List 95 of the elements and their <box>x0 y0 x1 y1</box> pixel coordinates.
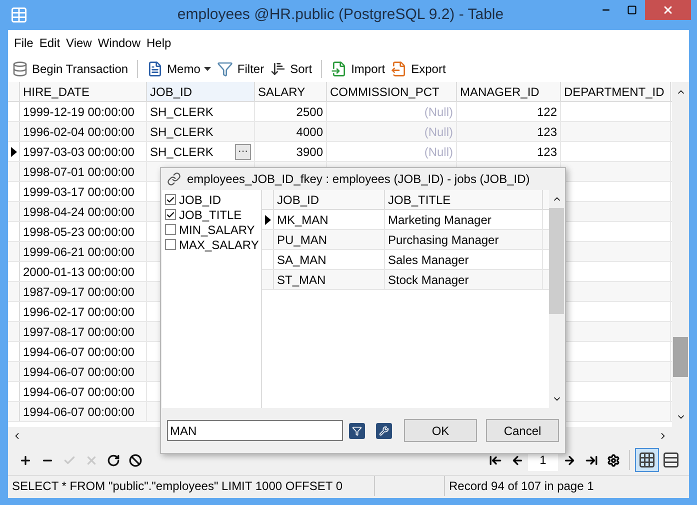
window-title: employees @HR.public (PostgreSQL 9.2) - Table <box>176 4 505 25</box>
grid-view-button[interactable] <box>635 448 659 472</box>
export-icon <box>391 61 408 77</box>
maximize-icon <box>627 5 637 15</box>
table-cell[interactable]: 1999-12-19 00:00:00 <box>23 102 134 120</box>
toolbar-button[interactable]: Import <box>329 58 388 80</box>
table-cell[interactable]: Sales Manager <box>385 250 543 269</box>
table-cell[interactable]: MK_MAN <box>274 210 385 229</box>
table-cell[interactable]: 1994-06-07 00:00:00 <box>23 342 134 360</box>
scroll-thumb[interactable] <box>549 208 564 314</box>
menu-item[interactable]: View <box>63 34 95 52</box>
column-header[interactable]: SALARY <box>255 82 327 101</box>
table-cell[interactable]: 1996-02-17 00:00:00 <box>23 302 134 320</box>
column-header[interactable]: JOB_ID <box>147 82 255 101</box>
plus-icon <box>18 454 32 466</box>
column-header[interactable]: JOB_TITLE <box>385 190 543 209</box>
table-cell[interactable]: Purchasing Manager <box>385 230 543 249</box>
table-cell[interactable]: Marketing Manager <box>385 210 543 229</box>
grid-view-icon <box>638 451 656 469</box>
table-cell[interactable]: 123 <box>536 122 557 140</box>
wrench-icon <box>379 426 389 436</box>
column-header[interactable]: DEPARTMENT_ID <box>561 82 671 101</box>
filter-icon <box>352 426 362 436</box>
table-cell[interactable]: 123 <box>536 142 557 160</box>
toolbar-button[interactable]: Filter <box>215 58 266 80</box>
table-cell[interactable]: 1994-06-07 00:00:00 <box>23 382 134 400</box>
import-icon <box>331 61 348 77</box>
form-view-icon <box>662 451 680 469</box>
first-page-icon <box>488 454 502 466</box>
table-cell[interactable]: 1997-08-17 00:00:00 <box>23 322 134 340</box>
document-icon <box>147 61 164 77</box>
field-checkbox[interactable]: JOB_TITLE <box>165 207 261 222</box>
table-cell[interactable]: 2000-01-13 00:00:00 <box>23 262 134 280</box>
toolbar-button[interactable]: Begin Transaction <box>10 58 130 80</box>
menu-item[interactable]: Edit <box>36 34 64 52</box>
wrench-button[interactable] <box>376 422 392 438</box>
table-cell[interactable]: 1999-06-21 00:00:00 <box>23 242 134 260</box>
filter-icon <box>217 61 234 77</box>
table-cell[interactable]: SH_CLERK <box>150 122 214 140</box>
database-icon <box>12 61 28 77</box>
sort-icon <box>270 61 286 77</box>
search-field[interactable]: MAN <box>167 420 343 441</box>
table-cell[interactable]: ST_MAN <box>274 270 385 289</box>
popup-title: employees_JOB_ID_fkey : employees (JOB_ID) - jobs (JOB_ID) <box>187 171 530 188</box>
settings-icon <box>606 454 620 466</box>
table-cell[interactable]: 3900 <box>296 142 323 160</box>
stop-icon <box>128 454 142 466</box>
menu-item[interactable]: Help <box>144 34 174 52</box>
dropdown-caret-icon[interactable] <box>204 67 212 71</box>
field-checkbox[interactable]: MAX_SALARY <box>165 237 261 252</box>
menu-item[interactable]: Window <box>94 34 144 52</box>
table-cell[interactable]: 1994-06-07 00:00:00 <box>23 402 134 420</box>
ok-button[interactable]: OK <box>404 419 477 442</box>
cancel-button[interactable]: Cancel <box>486 419 559 442</box>
close-icon <box>662 4 674 16</box>
scrollbar[interactable] <box>672 82 689 427</box>
record-status-text: Record 94 of 107 in page 1 <box>449 478 594 495</box>
table-cell[interactable]: 4000 <box>296 122 323 140</box>
table-cell[interactable]: 1996-02-04 00:00:00 <box>23 122 134 140</box>
table-cell[interactable]: Stock Manager <box>385 270 543 289</box>
menu-item[interactable]: File <box>11 34 36 52</box>
table-cell[interactable]: 1994-06-07 00:00:00 <box>23 362 134 380</box>
table-cell[interactable]: PU_MAN <box>274 230 385 249</box>
field-checkbox[interactable]: MIN_SALARY <box>165 222 261 237</box>
table-cell[interactable]: 1998-05-23 00:00:00 <box>23 222 134 240</box>
left-arrow-icon <box>510 454 524 466</box>
right-arrow-icon <box>562 454 576 466</box>
table-cell[interactable]: 1997-03-03 00:00:00 <box>23 142 134 160</box>
table-cell[interactable]: 1998-07-01 00:00:00 <box>23 162 134 180</box>
link-icon <box>167 172 181 186</box>
refresh-icon <box>106 454 120 466</box>
last-page-icon <box>584 454 598 466</box>
table-cell[interactable]: SH_CLERK <box>150 102 214 120</box>
table-icon <box>10 6 28 24</box>
table-cell[interactable]: 1999-03-17 00:00:00 <box>23 182 134 200</box>
close-button[interactable] <box>645 0 691 20</box>
scroll-thumb[interactable] <box>673 337 688 377</box>
toolbar-button[interactable]: Memo <box>145 58 202 80</box>
cross-icon <box>84 454 98 466</box>
toolbar-button[interactable]: Export <box>389 58 448 80</box>
table-cell[interactable]: 122 <box>536 102 557 120</box>
toolbar-button[interactable]: Sort <box>268 58 314 80</box>
column-header[interactable]: JOB_ID <box>274 190 385 209</box>
table-cell[interactable]: 2500 <box>296 102 323 120</box>
table-cell[interactable]: 1987-09-17 00:00:00 <box>23 282 134 300</box>
check-icon <box>62 454 76 466</box>
column-header[interactable]: COMMISSION_PCT <box>327 82 457 101</box>
field-checkbox[interactable]: JOB_ID <box>165 192 261 207</box>
lookup-button[interactable]: ··· <box>235 144 251 160</box>
table-cell[interactable]: SA_MAN <box>274 250 385 269</box>
filter-button[interactable] <box>349 422 365 438</box>
column-header[interactable]: MANAGER_ID <box>457 82 561 101</box>
table-cell[interactable]: 1998-04-24 00:00:00 <box>23 202 134 220</box>
sql-query-text: SELECT * FROM "public"."employees" LIMIT 1000 OFFSET 0 <box>12 478 342 495</box>
table-cell[interactable]: SH_CLERK <box>150 142 235 160</box>
